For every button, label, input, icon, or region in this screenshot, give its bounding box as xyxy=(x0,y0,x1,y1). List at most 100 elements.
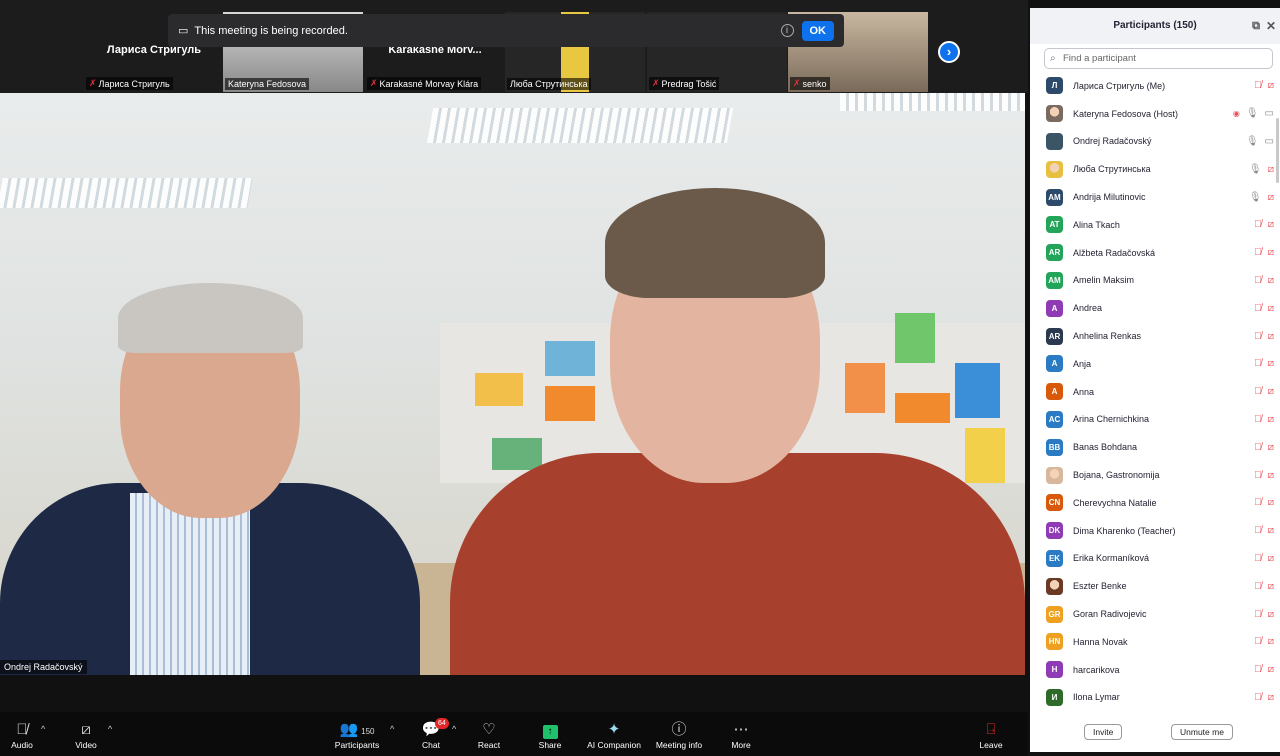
leave-icon: ⍈ xyxy=(986,721,996,738)
unmute-me-button[interactable]: Unmute me xyxy=(1171,724,1233,740)
next-page-button[interactable]: › xyxy=(938,41,960,63)
participant-row[interactable]: Люба Струтинська 🎙 ⧄ xyxy=(1030,155,1274,183)
recording-dot-icon: ◉ xyxy=(1232,109,1240,119)
react-button[interactable]: ♡ React xyxy=(459,720,519,750)
video-off-icon: ⧄ xyxy=(1267,413,1274,425)
recording-text: This meeting is being recorded. xyxy=(194,24,348,37)
participants-options-caret[interactable]: ^ xyxy=(390,724,394,734)
video-icon: ▭ xyxy=(1264,108,1274,120)
scrollbar[interactable] xyxy=(1276,118,1279,183)
avatar: A xyxy=(1046,299,1063,317)
mic-icon: 🎙 xyxy=(1248,191,1262,203)
avatar: AR xyxy=(1046,244,1063,262)
participant-name: Andrea xyxy=(1073,303,1103,314)
video-options-caret[interactable]: ^ xyxy=(108,724,112,734)
mic-muted-icon: ✗ xyxy=(793,78,801,88)
mic-muted-icon: 🎙̸ xyxy=(1254,497,1262,509)
avatar xyxy=(1046,466,1063,484)
popout-icon[interactable]: ⧉ xyxy=(1252,8,1260,44)
heart-icon: ♡ xyxy=(482,721,496,738)
avatar: AT xyxy=(1046,216,1063,234)
mic-muted-icon: 🎙̸ xyxy=(1254,664,1262,676)
share-button[interactable]: ↑ Share xyxy=(520,720,580,750)
avatar: A xyxy=(1046,383,1063,401)
participant-row[interactable]: AR Alžbeta Radačovská 🎙̸ ⧄ xyxy=(1030,239,1274,267)
participant-row[interactable]: A Andrea 🎙̸ ⧄ xyxy=(1030,294,1274,322)
participant-row[interactable]: Ondrej Radačovský 🎙 ▭ xyxy=(1030,128,1274,156)
ai-companion-button[interactable]: ✦ AI Companion xyxy=(579,720,649,750)
avatar xyxy=(1046,132,1063,150)
mic-muted-icon: 🎙̸ xyxy=(1254,386,1262,398)
info-icon[interactable]: i xyxy=(780,24,794,37)
participant-name: Erika Kormaníková xyxy=(1073,553,1150,564)
video-off-icon: ⧄ xyxy=(1267,358,1274,370)
more-button[interactable]: ⋯ More xyxy=(711,720,771,750)
participant-row[interactable]: AM Andrija Milutinovic 🎙 ⧄ xyxy=(1030,183,1274,211)
chat-options-caret[interactable]: ^ xyxy=(452,724,456,734)
chat-badge: 64 xyxy=(435,718,449,729)
participant-row[interactable]: HN Hanna Novak 🎙̸ ⧄ xyxy=(1030,628,1274,656)
participant-row[interactable]: И Ilona Lymar 🎙̸ ⧄ xyxy=(1030,684,1274,712)
mic-muted-icon: 🎙̸ xyxy=(1254,247,1262,259)
participant-row[interactable]: EK Erika Kormaníková 🎙̸ ⧄ xyxy=(1030,545,1274,573)
recording-banner: ▭ This meeting is being recorded. i OK xyxy=(168,14,844,47)
close-icon[interactable]: ✕ xyxy=(1266,8,1276,44)
participant-row[interactable]: CN Cherevychna Natalie 🎙̸ ⧄ xyxy=(1030,489,1274,517)
participants-button[interactable]: 👥 150 Participants xyxy=(327,720,387,750)
participant-name: Bojana, Gastronomija xyxy=(1073,470,1160,481)
ok-button[interactable]: OK xyxy=(801,20,834,41)
sparkle-icon: ✦ xyxy=(607,721,621,738)
participant-row[interactable]: Kateryna Fedosova (Host) ◉ 🎙 ▭ xyxy=(1030,100,1274,128)
participant-name: Alžbeta Radačovská xyxy=(1073,247,1156,258)
meeting-info-button[interactable]: ⓘ Meeting info xyxy=(649,720,709,750)
search-input[interactable]: ⌕ Find a participant xyxy=(1044,48,1273,69)
mic-muted-icon: 🎙̸ xyxy=(1254,219,1262,231)
participant-row[interactable]: AR Anhelina Renkas 🎙̸ ⧄ xyxy=(1030,322,1274,350)
thumbnail-label: Люба Струтинська xyxy=(507,78,591,90)
video-off-icon: ⧄ xyxy=(1267,80,1274,92)
search-icon: ⌕ xyxy=(1050,53,1056,64)
participant-row[interactable]: AC Arina Chernichkina 🎙̸ ⧄ xyxy=(1030,406,1274,434)
participant-name: Kateryna Fedosova (Host) xyxy=(1073,108,1179,119)
share-icon: ↑ xyxy=(520,720,580,740)
leave-button[interactable]: ⍈ Leave xyxy=(961,720,1021,750)
participant-name: Hanna Novak xyxy=(1073,636,1128,647)
invite-button[interactable]: Invite xyxy=(1084,724,1123,740)
video-off-icon: ⧄ xyxy=(1267,608,1274,620)
avatar: A xyxy=(1046,355,1063,373)
participant-row[interactable]: A Anna 🎙̸ ⧄ xyxy=(1030,378,1274,406)
participant-row[interactable]: Hharcarikova 🎙̸ ⧄ xyxy=(1030,656,1274,684)
audio-options-caret[interactable]: ^ xyxy=(41,724,45,734)
participant-name: Eszter Benke xyxy=(1073,581,1127,592)
info-icon: ⓘ xyxy=(671,721,687,738)
avatar: HN xyxy=(1046,633,1063,651)
participants-panel: Participants (150) ⧉ ✕ ⌕ Find a participan… xyxy=(1030,8,1280,752)
participant-row[interactable]: GR Goran Radivojevic 🎙̸ ⧄ xyxy=(1030,600,1274,628)
participant-row[interactable]: Bojana, Gastronomija 🎙̸ ⧄ xyxy=(1030,461,1274,489)
thumbnail-label: ✗ Лариса Стригуль xyxy=(86,77,173,90)
thumbnail-label: Kateryna Fedosova xyxy=(225,78,310,90)
video-off-icon: ⧄ xyxy=(1267,302,1274,314)
avatar: BB xyxy=(1046,438,1063,456)
video-off-icon: ⧄ xyxy=(1267,191,1274,203)
video-off-icon: ⧄ xyxy=(1267,580,1274,592)
mic-muted-icon: 🎙̸ xyxy=(1254,636,1262,648)
participant-name: Andrija Milutinovic xyxy=(1073,192,1146,203)
mic-muted-icon: ✗ xyxy=(370,78,378,88)
avatar: AM xyxy=(1046,188,1063,206)
participant-row[interactable]: A Anja 🎙̸ ⧄ xyxy=(1030,350,1274,378)
video-off-icon: ⧄ xyxy=(1267,274,1274,286)
avatar: H xyxy=(1046,661,1063,679)
participant-row[interactable]: BB Banas Bohdana 🎙̸ ⧄ xyxy=(1030,433,1274,461)
mic-muted-icon: 🎙̸ xyxy=(1254,691,1262,703)
participant-row[interactable]: AM Amelin Maksim 🎙̸ ⧄ xyxy=(1030,267,1274,295)
meeting-toolbar: 🎙̸ Audio ^ ⧄ Video ^ 👥 150 Participants ^ 💬 6… xyxy=(0,712,1028,756)
participant-row[interactable]: AT Alina Tkach 🎙̸ ⧄ xyxy=(1030,211,1274,239)
video-off-icon: ⧄ xyxy=(1267,664,1274,676)
participant-row[interactable]: Eszter Benke 🎙̸ ⧄ xyxy=(1030,572,1274,600)
video-button[interactable]: ⧄ Video xyxy=(56,720,116,750)
participant-name: Ilona Lymar xyxy=(1073,692,1120,703)
participant-name: Arina Chernichkina xyxy=(1073,414,1150,425)
participant-row[interactable]: DK Dima Kharenko (Teacher) 🎙̸ ⧄ xyxy=(1030,517,1274,545)
participant-row[interactable]: Л Лариса Стригуль (Me) 🎙̸ ⧄ xyxy=(1030,72,1274,100)
